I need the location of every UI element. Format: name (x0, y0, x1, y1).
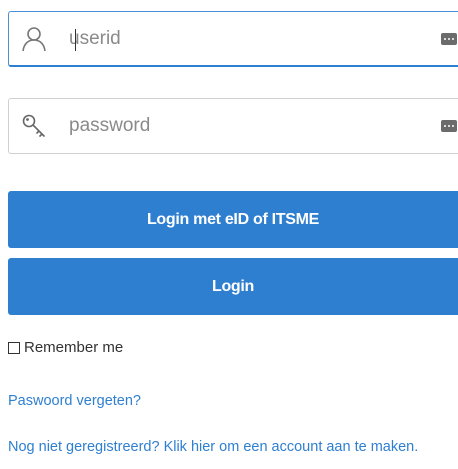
userid-input[interactable] (69, 12, 429, 65)
remember-me-checkbox[interactable] (8, 341, 20, 354)
password-field[interactable] (8, 98, 458, 154)
user-icon (22, 27, 46, 52)
password-manager-icon[interactable] (441, 33, 457, 45)
forgot-password-link[interactable]: Paswoord vergeten? (8, 393, 141, 409)
userid-field[interactable] (8, 11, 458, 67)
remember-me[interactable]: Remember me (8, 339, 123, 356)
password-input[interactable] (69, 99, 429, 153)
login-button-label: Login (211, 277, 255, 295)
register-link[interactable]: Nog niet geregistreerd? Klik hier om een… (8, 439, 458, 455)
password-manager-icon[interactable] (441, 120, 457, 132)
key-icon (22, 114, 45, 137)
login-button[interactable]: Login (8, 258, 458, 315)
remember-me-label: Remember me (24, 339, 124, 356)
login-eid-button-label: Login met eID of ITSME (146, 210, 320, 228)
login-eid-button[interactable]: Login met eID of ITSME (8, 191, 458, 248)
text-caret (75, 29, 76, 51)
